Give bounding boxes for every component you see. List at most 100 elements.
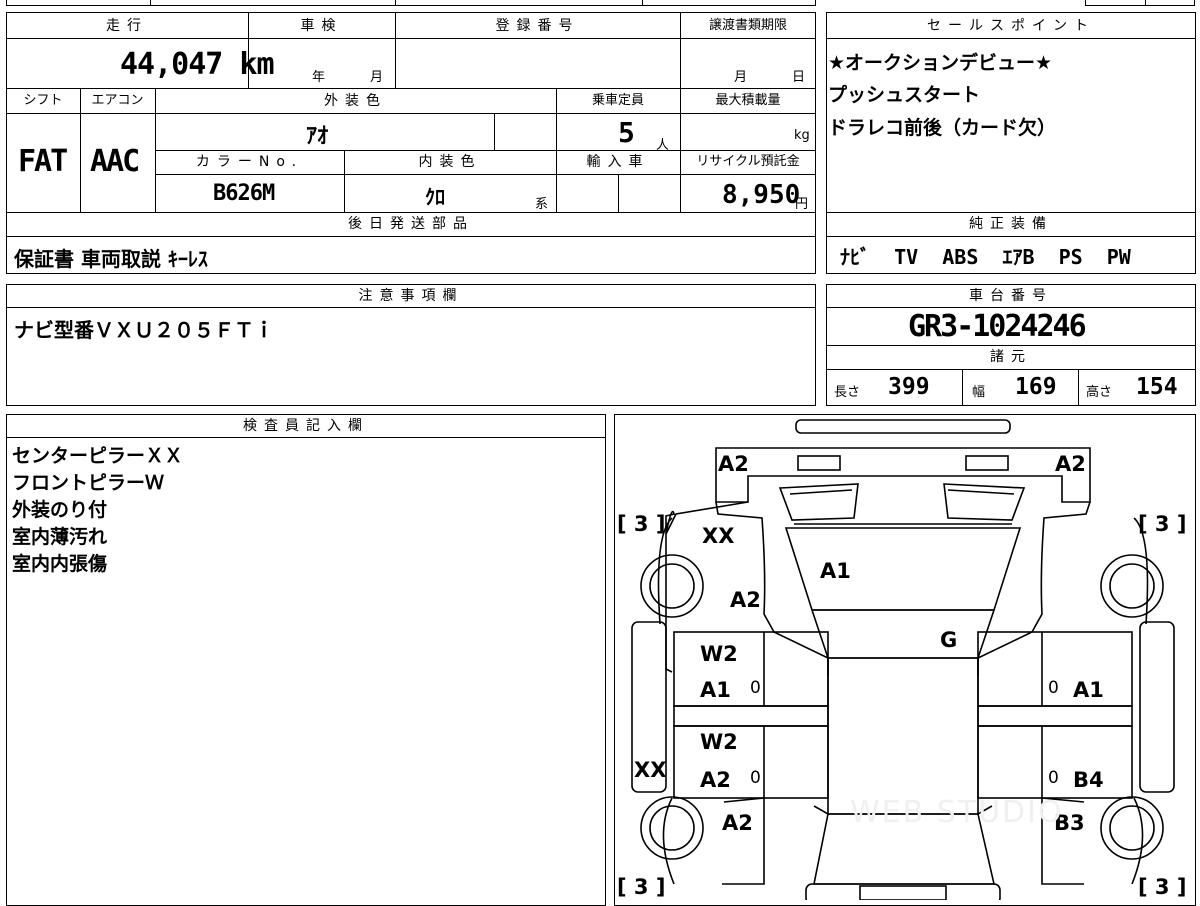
mark-tire-fl: [ 3 ] bbox=[617, 512, 666, 536]
interior-color-value: ｸﾛ bbox=[425, 185, 445, 209]
width-label: 幅 bbox=[972, 385, 986, 400]
sales-points-header: セールスポイント bbox=[927, 18, 1095, 34]
deadline-day-unit: 日 bbox=[792, 70, 806, 85]
row-line bbox=[826, 212, 1196, 213]
aircon-value: AAC bbox=[90, 144, 140, 179]
skirt-right bbox=[1139, 621, 1175, 793]
front-bumper-outline bbox=[795, 419, 1011, 434]
chassis-no-header: 車台番号 bbox=[969, 288, 1053, 304]
roof-outline bbox=[827, 657, 979, 815]
specs-header: 諸元 bbox=[990, 349, 1032, 365]
inspector-note: 室内薄汚れ bbox=[12, 526, 108, 548]
later-parts-header: 後日発送部品 bbox=[348, 216, 474, 232]
row-line bbox=[155, 174, 816, 175]
mark-hood: A1 bbox=[820, 559, 851, 583]
mark-door-fr: A1 bbox=[1073, 678, 1104, 702]
top-strip-divider bbox=[642, 0, 643, 6]
mark-tire-fr: [ 3 ] bbox=[1138, 512, 1187, 536]
mark-front-left: A2 bbox=[718, 452, 749, 476]
genuine-equipment-header: 純正装備 bbox=[969, 216, 1053, 232]
mark-tire-rr: [ 3 ] bbox=[1138, 875, 1187, 899]
headlight-left bbox=[797, 455, 841, 471]
row-line bbox=[826, 236, 1196, 237]
row-line bbox=[826, 38, 1196, 39]
capacity-header: 乗車定員 bbox=[591, 93, 644, 108]
front-panel-outline bbox=[715, 447, 1091, 503]
top-strip-divider bbox=[1145, 0, 1146, 6]
row-line bbox=[6, 38, 816, 39]
row-line bbox=[155, 150, 816, 151]
shift-value: FAT bbox=[18, 144, 68, 179]
mark-zero: 0 bbox=[1048, 768, 1059, 788]
top-strip bbox=[6, 0, 816, 6]
vent-line bbox=[789, 489, 853, 495]
inspector-note: センターピラーＸＸ bbox=[12, 445, 184, 467]
sales-point-item: ★オークションデビュー★ bbox=[828, 52, 1053, 74]
rear-plate bbox=[859, 885, 947, 900]
import-header: 輸入車 bbox=[586, 154, 650, 170]
mileage-value: 44,047 km bbox=[120, 47, 275, 82]
inspection-month-unit: 月 bbox=[370, 70, 384, 85]
top-strip-divider bbox=[150, 0, 151, 6]
mark-door-fl-1: W2 bbox=[700, 642, 738, 666]
mark-door-rl-2: A2 bbox=[700, 768, 731, 792]
mark-door-fl-2: A1 bbox=[700, 678, 731, 702]
color-no-value: B626M bbox=[213, 181, 275, 206]
mark-zero: 0 bbox=[750, 678, 761, 698]
height-value: 154 bbox=[1136, 374, 1178, 400]
transfer-deadline-header: 譲渡書類期限 bbox=[708, 18, 787, 33]
capacity-value: 5 bbox=[618, 116, 635, 149]
recycle-fee-value: 8,950 bbox=[722, 180, 801, 210]
max-load-header: 最大積載量 bbox=[715, 93, 781, 108]
watermark: WEB STUDIO bbox=[850, 795, 1064, 830]
row-line bbox=[6, 113, 816, 114]
col-line bbox=[962, 369, 963, 406]
interior-color-header: 内装色 bbox=[418, 154, 482, 170]
windshield-outline bbox=[810, 609, 996, 659]
max-load-unit: kg bbox=[794, 128, 810, 143]
mark-fender-left: A2 bbox=[730, 588, 761, 612]
row-line bbox=[826, 307, 1196, 308]
arch-right-rear bbox=[1131, 797, 1144, 885]
capacity-unit: 人 bbox=[656, 138, 670, 153]
length-value: 399 bbox=[888, 374, 930, 400]
top-strip-divider bbox=[395, 0, 396, 6]
inspector-header: 検査員記入欄 bbox=[243, 418, 369, 434]
mark-door-rl-1: W2 bbox=[700, 730, 738, 754]
mark-pillar-front: XX bbox=[702, 524, 735, 548]
mark-glass: G bbox=[940, 628, 958, 652]
row-line bbox=[6, 236, 816, 237]
top-strip-right bbox=[1085, 0, 1195, 6]
length-label: 長さ bbox=[834, 385, 861, 400]
sill-right-mid bbox=[977, 705, 1133, 727]
row-line bbox=[826, 345, 1196, 346]
genuine-equipment-value: ﾅﾋﾞ TV ABS ｴｱB PS PW bbox=[840, 245, 1131, 269]
notes-header: 注意事項欄 bbox=[358, 288, 464, 304]
inspection-header: 車検 bbox=[300, 18, 343, 34]
sales-point-item: ドラレコ前後（カード欠） bbox=[828, 117, 1057, 139]
mark-tire-rl: [ 3 ] bbox=[617, 875, 666, 899]
col-line bbox=[494, 113, 495, 150]
mark-zero: 0 bbox=[1048, 678, 1059, 698]
arch-left-rear bbox=[662, 797, 675, 885]
sill-left-mid bbox=[673, 705, 829, 727]
mark-front-right: A2 bbox=[1055, 452, 1086, 476]
shift-header: シフト bbox=[23, 93, 63, 108]
inspector-note: 外装のり付 bbox=[12, 499, 108, 521]
recycle-unit: 円 bbox=[795, 197, 809, 212]
aircon-header: エアコン bbox=[91, 93, 144, 108]
col-line bbox=[618, 174, 619, 212]
sales-point-item: プッシュスタート bbox=[828, 84, 981, 106]
recycle-header: リサイクル預託金 bbox=[696, 154, 800, 169]
mark-door-rr: B4 bbox=[1073, 768, 1104, 792]
inspection-year-unit: 年 bbox=[312, 70, 326, 85]
exterior-color-header: 外装色 bbox=[324, 93, 387, 109]
deadline-month-unit: 月 bbox=[734, 70, 748, 85]
vent-line bbox=[947, 489, 1015, 495]
inspector-note: 室内内張傷 bbox=[12, 553, 108, 575]
headlight-right bbox=[965, 455, 1009, 471]
exterior-color-value: ｱｵ bbox=[306, 124, 329, 149]
registration-header: 登録番号 bbox=[495, 18, 580, 34]
mark-rear-left: A2 bbox=[722, 811, 753, 835]
chassis-no-value: GR3-1024246 bbox=[908, 309, 1087, 344]
